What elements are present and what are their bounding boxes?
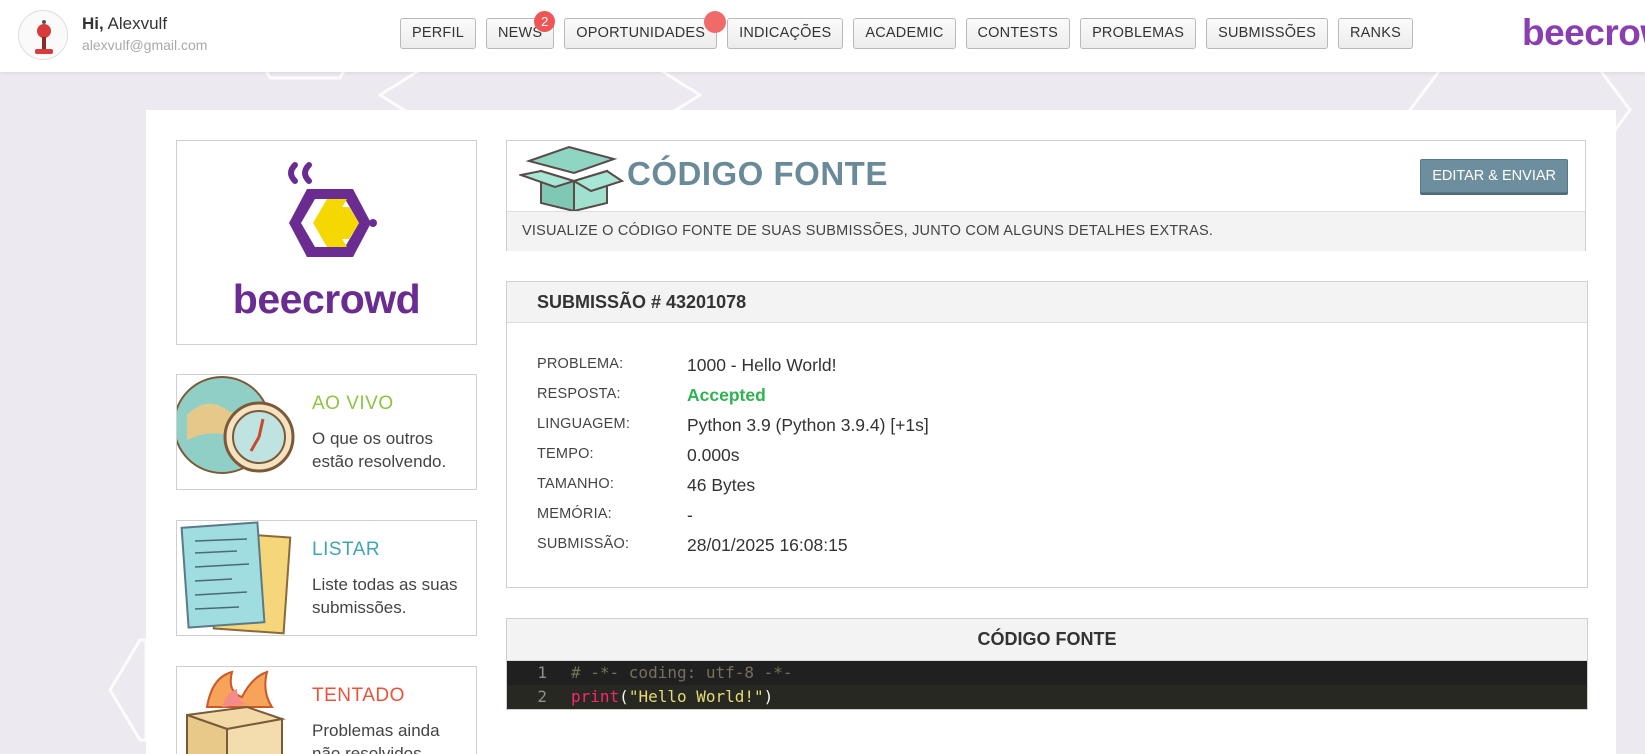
ao-vivo-desc: O que os outros estão resolvendo. [312, 429, 447, 471]
detail-label: TEMPO: [537, 446, 594, 462]
detail-value: 28/01/2025 16:08:15 [687, 535, 848, 555]
detail-value: - [687, 505, 693, 525]
detail-row-tempo: TEMPO: 0.000s [537, 444, 1237, 474]
page-header-top: CÓDIGO FONTE EDITAR & ENVIAR [507, 141, 1585, 211]
code-paren-open: ( [619, 687, 629, 706]
submission-details: PROBLEMA: 1000 - Hello World! RESPOSTA: … [537, 354, 1237, 564]
nav-indicacoes[interactable]: INDICAÇÕES [727, 18, 844, 49]
nav-oportunidades[interactable]: OPORTUNIDADES [564, 11, 727, 49]
news-count-badge: 2 [534, 11, 556, 32]
detail-label: SUBMISSÃO: [537, 536, 630, 552]
source-code-header: CÓDIGO FONTE [507, 619, 1587, 661]
line-content: print("Hello World!") [571, 685, 773, 709]
nav-news[interactable]: NEWS 2 [485, 11, 556, 49]
nav-problemas[interactable]: PROBLEMAS [1080, 18, 1197, 49]
beecrowd-logo-text: beecrowd [232, 276, 421, 322]
sidebar-card-ao-vivo[interactable]: AO VIVO O que os outros estão resolvendo… [176, 374, 477, 490]
page-title: CÓDIGO FONTE [627, 155, 888, 192]
main-panel: beecrowd AO VIVO O que os outros estão r… [146, 110, 1616, 754]
code-paren-close: ) [763, 687, 774, 706]
user-greeting: Hi, Alexvulf [82, 14, 168, 33]
sidebar-card-listar[interactable]: LISTAR Liste todas as suas submissões. [176, 520, 477, 636]
listar-title: LISTAR [312, 539, 381, 560]
nav-perfil[interactable]: PERFIL [400, 18, 476, 49]
line-number: 2 [537, 687, 547, 706]
code-line: 1 # -*- coding: utf-8 -*- [507, 661, 1587, 685]
user-email: alexvulf@gmail.com [82, 37, 208, 53]
globe-clock-icon [177, 376, 295, 474]
detail-row-submissao: SUBMISSÃO: 28/01/2025 16:08:15 [537, 534, 1237, 564]
detail-value: Python 3.9 (Python 3.9.4) [+1s] [687, 415, 929, 435]
page-subtitle: VISUALIZE O CÓDIGO FONTE DE SUAS SUBMISS… [507, 211, 1585, 251]
open-box-icon [519, 145, 624, 211]
code-string: "Hello World!" [628, 687, 764, 706]
edit-and-submit-button[interactable]: EDITAR & ENVIAR [1420, 159, 1568, 193]
code-comment: # -*- coding: utf-8 -*- [571, 663, 793, 682]
nav-oportunidades-label: OPORTUNIDADES [576, 25, 706, 41]
detail-row-tamanho: TAMANHO: 46 Bytes [537, 474, 1237, 504]
detail-row-problema: PROBLEMA: 1000 - Hello World! [537, 354, 1237, 384]
source-code-card: CÓDIGO FONTE 1 # -*- coding: utf-8 -*- 2… [506, 618, 1588, 710]
page-header-card: CÓDIGO FONTE EDITAR & ENVIAR VISUALIZE O… [506, 140, 1586, 251]
nav-contests[interactable]: CONTESTS [965, 18, 1071, 49]
detail-row-memoria: MEMÓRIA: - [537, 504, 1237, 534]
detail-value: 0.000s [687, 445, 740, 465]
detail-label: PROBLEMA: [537, 356, 624, 372]
code-editor[interactable]: 1 # -*- coding: utf-8 -*- 2 print("Hello… [507, 661, 1587, 709]
detail-label: MEMÓRIA: [537, 506, 612, 522]
submission-card: SUBMISSÃO # 43201078 PROBLEMA: 1000 - He… [506, 281, 1588, 588]
detail-value: 46 Bytes [687, 475, 756, 495]
detail-row-linguagem: LINGUAGEM: Python 3.9 (Python 3.9.4) [+1… [537, 414, 1237, 444]
bee-hexagon-logo-icon [288, 162, 377, 257]
code-line: 2 print("Hello World!") [507, 685, 1587, 709]
brand-logo[interactable]: beecrow [1522, 12, 1645, 54]
detail-row-resposta: RESPOSTA: Accepted [537, 384, 1237, 414]
top-bar: Hi, Alexvulf alexvulf@gmail.com PERFIL N… [0, 0, 1645, 72]
robot-avatar-icon [35, 20, 53, 54]
documents-icon [180, 521, 292, 635]
sidebar-card-tentado[interactable]: TENTADO Problemas ainda não resolvidos. [176, 666, 477, 754]
tentado-desc: Problemas ainda não resolvidos. [312, 721, 440, 754]
nav-submissoes[interactable]: SUBMISSÕES [1206, 18, 1329, 49]
user-name: Alexvulf [107, 14, 168, 33]
tentado-title: TENTADO [312, 685, 405, 706]
line-number: 1 [537, 663, 547, 682]
main-nav: PERFIL NEWS 2 OPORTUNIDADES INDICAÇÕES A… [400, 11, 1413, 49]
detail-label: LINGUAGEM: [537, 416, 631, 432]
listar-desc: Liste todas as suas submissões. [312, 575, 458, 617]
user-avatar[interactable] [18, 10, 68, 60]
detail-label: RESPOSTA: [537, 386, 621, 402]
burning-box-icon [186, 670, 286, 754]
problem-link[interactable]: 1000 - Hello World! [687, 355, 836, 376]
nav-academic[interactable]: ACADEMIC [853, 18, 956, 49]
verdict-accepted: Accepted [687, 385, 766, 405]
detail-label: TAMANHO: [537, 476, 615, 492]
oportunidades-notification-dot [704, 11, 727, 33]
code-function: print [571, 687, 620, 706]
line-content: # -*- coding: utf-8 -*- [571, 661, 793, 685]
ao-vivo-title: AO VIVO [312, 393, 394, 414]
nav-ranks[interactable]: RANKS [1338, 18, 1413, 49]
beecrowd-logo-card: beecrowd [176, 140, 477, 345]
submission-header: SUBMISSÃO # 43201078 [507, 282, 1587, 323]
